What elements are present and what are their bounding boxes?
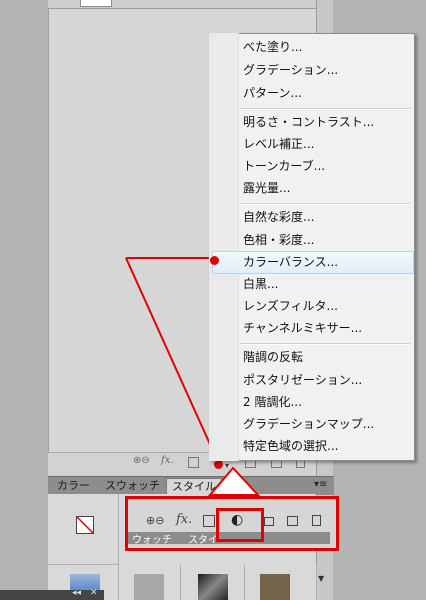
menu-item-invert[interactable]: 階調の反転 [243,347,303,367]
menu-item-pattern[interactable]: パターン... [243,83,302,103]
menu-item-hue-saturation[interactable]: 色相・彩度... [243,230,314,250]
menu-separator [240,203,410,205]
menu-item-threshold[interactable]: 2 階調化... [243,392,302,412]
menu-icon-gutter [209,33,239,461]
menu-item-black-white[interactable]: 白黒... [243,274,278,294]
menu-item-gradient-map[interactable]: グラデーションマップ... [243,414,374,434]
menu-item-vibrance[interactable]: 自然な彩度... [243,207,314,227]
menu-item-curves[interactable]: トーンカーブ... [243,156,325,176]
annotation-dot-menu [210,256,219,265]
menu-item-gradient[interactable]: グラデーション... [243,60,338,80]
menu-item-selective-color[interactable]: 特定色域の選択... [243,436,338,456]
menu-item-photo-filter[interactable]: レンズフィルタ... [243,296,338,316]
menu-separator [240,343,410,345]
menu-item-brightness-contrast[interactable]: 明るさ・コントラスト... [243,112,374,132]
menu-item-posterize[interactable]: ポスタリゼーション... [243,370,362,390]
menu-item-color-balance[interactable]: カラーバランス... [243,252,338,272]
menu-item-levels[interactable]: レベル補正... [243,134,314,154]
menu-item-solid-color[interactable]: べた塗り... [243,37,302,57]
menu-item-exposure[interactable]: 露光量... [243,178,290,198]
menu-separator [240,108,410,110]
menu-item-channel-mixer[interactable]: チャンネルミキサー... [243,318,362,338]
